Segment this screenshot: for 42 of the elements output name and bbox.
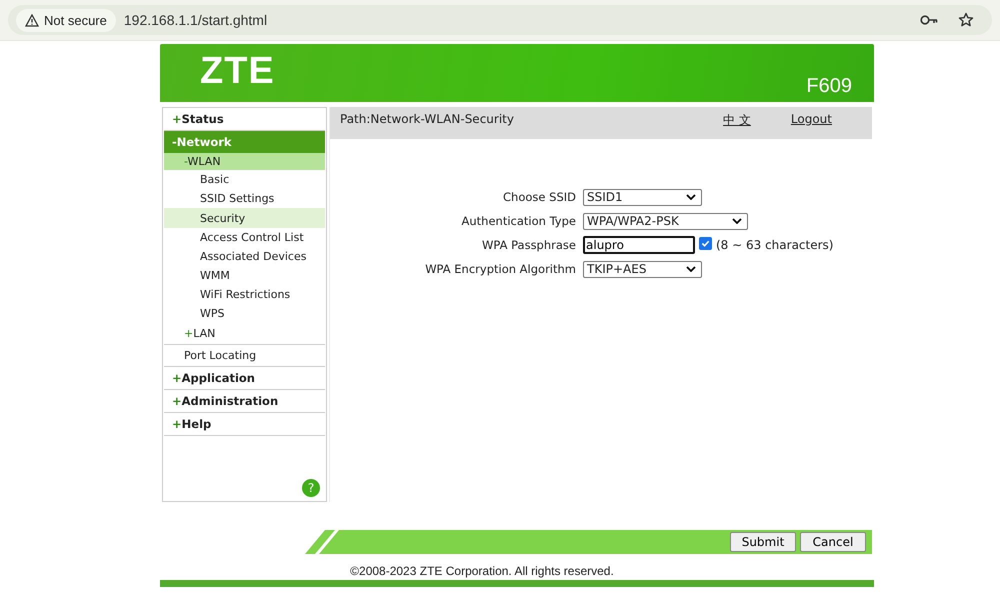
chevron-icon [732, 218, 742, 224]
language-link[interactable]: 中 文 [723, 112, 751, 129]
copyright: ©2008-2023 ZTE Corporation. All rights reserved. [349, 563, 615, 580]
menu-item[interactable]: Security [164, 208, 325, 228]
chevron-icon [686, 266, 696, 272]
address-bar[interactable]: Not secure 192.168.1.1/start.ghtml [8, 5, 992, 35]
logout-link[interactable]: Logout [790, 112, 832, 126]
key-icon[interactable] [920, 14, 938, 26]
form-button[interactable]: Cancel [800, 532, 866, 552]
menu-item[interactable]: Port Locating [164, 345, 325, 367]
field-label: WPA Encryption Algorithm [424, 262, 577, 276]
menu-item[interactable]: +LAN [164, 323, 325, 345]
field-label: Authentication Type [460, 214, 577, 228]
hint-text: (8 ~ 63 characters) [716, 238, 834, 252]
menu-item[interactable]: +Administration [164, 390, 325, 413]
dropdown[interactable]: WPA/WPA2-PSK [583, 212, 748, 230]
checkbox[interactable] [699, 236, 712, 250]
star-icon[interactable] [958, 12, 974, 28]
menu-item[interactable]: WPS [164, 304, 325, 323]
field-label: Choose SSID [502, 190, 577, 204]
menu-item[interactable]: Access Control List [164, 228, 325, 247]
breadcrumb: Path:Network-WLAN-Security [340, 112, 514, 126]
menu-item[interactable]: WMM [164, 266, 325, 285]
field-label: WPA Passphrase [481, 238, 577, 252]
menu-item[interactable]: +Help [164, 413, 325, 436]
menu-item[interactable]: -WLAN [164, 153, 325, 170]
model-name: F609 [806, 75, 852, 98]
form-button[interactable]: Submit [730, 532, 796, 552]
dropdown[interactable]: TKIP+AES [583, 260, 702, 278]
security-indicator[interactable]: Not secure [16, 8, 116, 32]
passphrase-field[interactable]: alupro [583, 236, 695, 254]
menu-item[interactable]: Associated Devices [164, 247, 325, 266]
warning-icon [25, 14, 39, 26]
chevron-icon [686, 194, 696, 200]
security-label: Not secure [44, 12, 107, 28]
dropdown[interactable]: SSID1 [583, 188, 702, 206]
url-text: 192.168.1.1/start.ghtml [124, 12, 268, 28]
menu-item[interactable]: Basic [164, 170, 325, 189]
logo: ZTE [200, 49, 275, 93]
menu-item[interactable]: SSID Settings [164, 189, 325, 208]
menu-item[interactable]: +Application [164, 367, 325, 390]
menu-item[interactable]: WiFi Restrictions [164, 285, 325, 304]
